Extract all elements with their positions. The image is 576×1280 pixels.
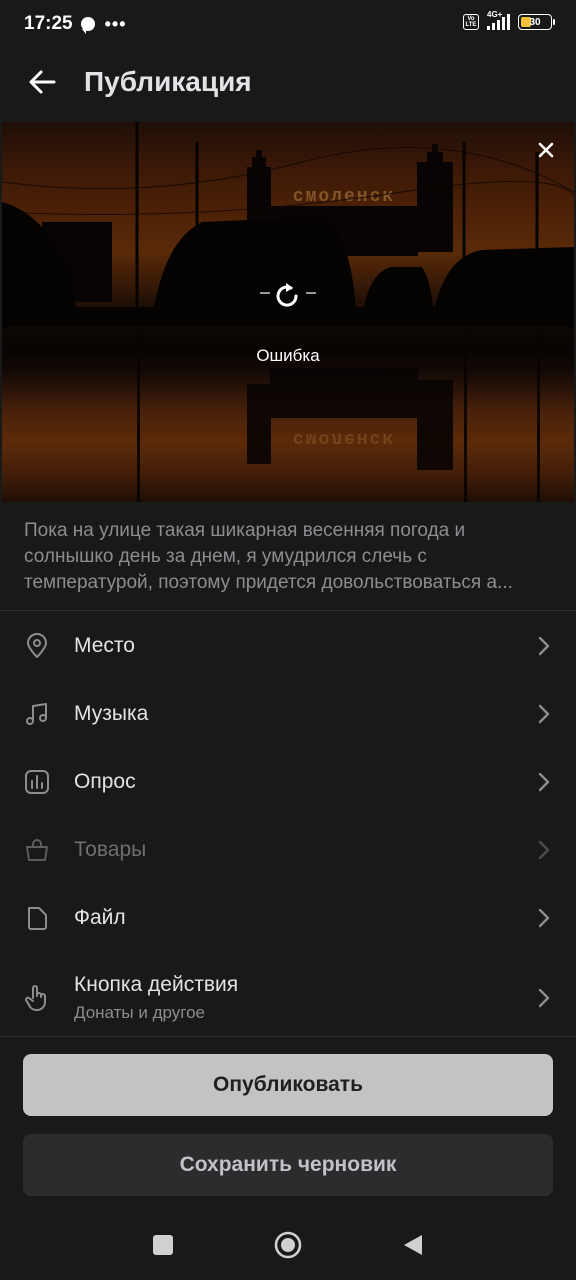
signal-icon: 4G+ <box>487 10 510 30</box>
chevron-right-icon <box>538 908 550 928</box>
chevron-right-icon <box>538 840 550 860</box>
menu-item-label: Кнопка действия <box>74 973 239 996</box>
status-bar: 17:25 ••• Vo LTE 4G+ 30 <box>0 0 576 48</box>
divider <box>0 610 576 611</box>
menu-item-music[interactable]: Музыка <box>0 680 576 748</box>
attachment-menu: Место Музыка Опрос Товары Файл Кнопка де… <box>0 612 576 1044</box>
menu-item-label: Файл <box>74 906 126 929</box>
volte-icon: Vo LTE <box>463 14 479 30</box>
divider <box>0 1036 576 1037</box>
media-preview: смоленск смоленск Ошибка <box>2 122 574 502</box>
system-navigation-bar <box>0 1210 576 1280</box>
retry-icon <box>260 283 316 307</box>
battery-level: 30 <box>529 16 541 28</box>
chevron-right-icon <box>538 704 550 724</box>
network-type: 4G+ <box>487 10 503 19</box>
menu-item-goods[interactable]: Товары <box>0 816 576 884</box>
publish-button[interactable]: Опубликовать <box>23 1054 553 1116</box>
menu-item-location[interactable]: Место <box>0 612 576 680</box>
menu-item-action-button[interactable]: Кнопка действия Донаты и другое <box>0 952 576 1044</box>
more-notifications-icon: ••• <box>104 13 127 34</box>
back-button[interactable] <box>0 52 84 112</box>
post-text-field[interactable]: Пока на улице такая шикарная весенняя по… <box>24 518 554 596</box>
chevron-right-icon <box>538 772 550 792</box>
square-icon <box>153 1235 173 1255</box>
menu-item-text: Кнопка действия Донаты и другое <box>74 973 238 1023</box>
menu-item-label: Опрос <box>74 770 136 793</box>
back-nav-button[interactable] <box>402 1233 424 1257</box>
upload-error-text: Ошибка <box>256 346 320 365</box>
home-button[interactable] <box>274 1231 302 1259</box>
menu-item-label: Товары <box>74 838 147 861</box>
header: Публикация <box>0 52 576 112</box>
save-draft-button[interactable]: Сохранить черновик <box>23 1134 553 1196</box>
menu-item-label: Музыка <box>74 702 149 725</box>
file-icon <box>28 907 47 930</box>
chevron-right-icon <box>538 636 550 656</box>
menu-item-sublabel: Донаты и другое <box>74 1003 205 1022</box>
retry-upload-button[interactable] <box>258 272 318 320</box>
triangle-back-icon <box>404 1235 422 1255</box>
hand-pointer-icon <box>25 985 46 1011</box>
music-note-icon <box>26 703 47 725</box>
menu-item-label: Место <box>74 634 135 657</box>
page-title: Публикация <box>84 66 252 97</box>
menu-item-file[interactable]: Файл <box>0 884 576 952</box>
shopping-bag-icon <box>26 839 48 861</box>
battery-icon: 30 <box>518 14 555 30</box>
menu-item-poll[interactable]: Опрос <box>0 748 576 816</box>
close-icon <box>538 142 554 158</box>
status-indicators: Vo LTE 4G+ 30 <box>463 10 555 30</box>
location-pin-icon <box>27 633 47 658</box>
recent-apps-button[interactable] <box>152 1234 174 1256</box>
poll-icon <box>25 770 49 794</box>
status-time: 17:25 <box>24 13 73 34</box>
message-notification-icon <box>80 17 95 34</box>
remove-media-button[interactable] <box>532 136 560 164</box>
chevron-right-icon <box>538 988 550 1008</box>
arrow-left-icon <box>29 70 56 94</box>
home-circle-icon <box>274 1231 302 1259</box>
